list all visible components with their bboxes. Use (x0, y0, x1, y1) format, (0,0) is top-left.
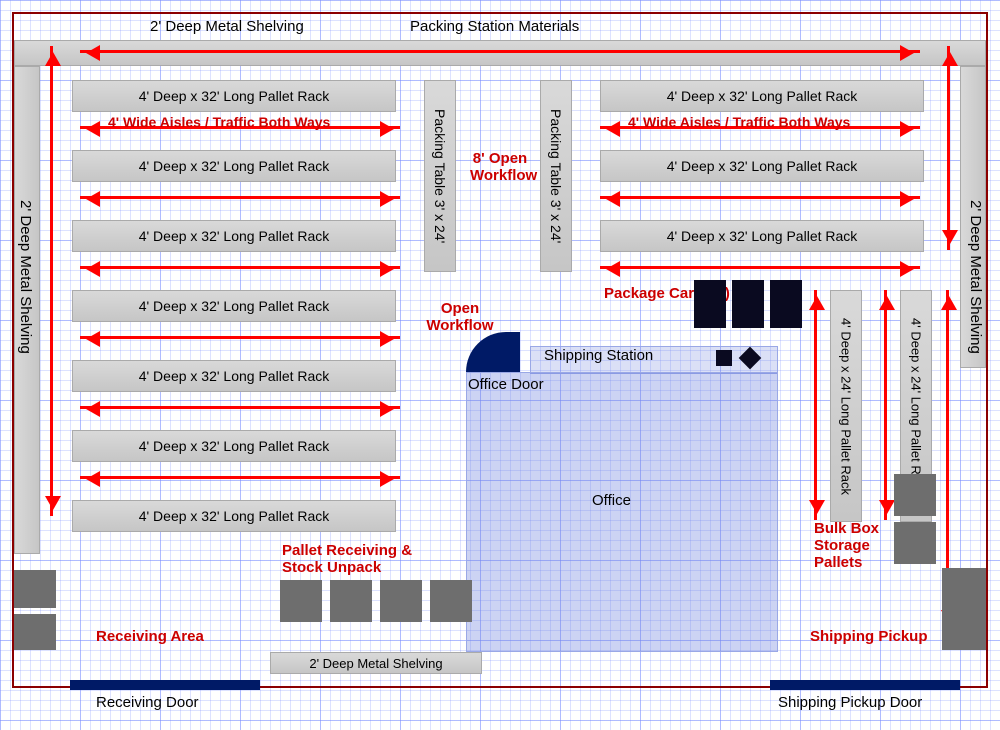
recv-pallet-3 (380, 580, 422, 622)
open-flow-label: Open Workflow (420, 300, 500, 334)
left-traffic-arrow (50, 46, 53, 516)
bulk-box-label: Bulk Box Storage Pallets (814, 520, 894, 571)
vrack-arrow-2 (884, 290, 887, 520)
packing-table-left: Packing Table 3' x 24' (424, 80, 456, 272)
vrack-right-1: 4' Deep x 24' Long Pallet Rack (830, 290, 862, 522)
packing-table-right-label: Packing Table 3' x 24' (548, 109, 564, 243)
rack-right-2: 4' Deep x 32' Long Pallet Rack (600, 150, 924, 182)
pallet-recv-label: Pallet Receiving & Stock Unpack (282, 542, 422, 576)
aisle-left-4 (80, 336, 400, 339)
shipping-door-label: Shipping Pickup Door (778, 694, 922, 711)
packing-table-left-label: Packing Table 3' x 24' (432, 109, 448, 243)
corner-pallet-2 (14, 614, 56, 650)
floor-plan: 2' Deep Metal Shelving Packing Station M… (0, 0, 1000, 730)
rack-left-3: 4' Deep x 32' Long Pallet Rack (72, 220, 396, 252)
receiving-door (70, 680, 260, 690)
top-shelf-label-left: 2' Deep Metal Shelving (150, 18, 304, 35)
package-cart-3 (770, 280, 802, 328)
shipping-station-label: Shipping Station (544, 347, 653, 364)
rack-left-7: 4' Deep x 32' Long Pallet Rack (72, 500, 396, 532)
shipping-door (770, 680, 960, 690)
left-shelf-label: 2' Deep Metal Shelving (17, 200, 34, 354)
vrack-arrow-1 (814, 290, 817, 520)
rack-right-3: 4' Deep x 32' Long Pallet Rack (600, 220, 924, 252)
rack-left-2: 4' Deep x 32' Long Pallet Rack (72, 150, 396, 182)
recv-pallet-4 (430, 580, 472, 622)
package-cart-1 (694, 280, 726, 328)
rack-right-1: 4' Deep x 32' Long Pallet Rack (600, 80, 924, 112)
recv-pallet-1 (280, 580, 322, 622)
aisle-left-5 (80, 406, 400, 409)
aisle-left-6 (80, 476, 400, 479)
vrack-right-2-label: 4' Deep x 24' Long Pallet Rack (909, 318, 924, 495)
shipping-pickup-label: Shipping Pickup (810, 628, 928, 645)
vrack-right-1-label: 4' Deep x 24' Long Pallet Rack (839, 318, 854, 495)
rack-left-5: 4' Deep x 32' Long Pallet Rack (72, 360, 396, 392)
station-square-icon (716, 350, 732, 366)
open-flow-8-label: 8' Open Workflow (470, 150, 530, 184)
bulk-pallet-tall (942, 568, 986, 650)
aisle-label-left: 4' Wide Aisles / Traffic Both Ways (108, 114, 330, 130)
package-cart-2 (732, 280, 764, 328)
top-shelving (14, 40, 986, 66)
rack-left-4: 4' Deep x 32' Long Pallet Rack (72, 290, 396, 322)
rack-left-6: 4' Deep x 32' Long Pallet Rack (72, 430, 396, 462)
aisle-right-3 (600, 266, 920, 269)
corner-pallet-1 (14, 570, 56, 608)
bulk-pallet-2 (894, 522, 936, 564)
receiving-area-label: Receiving Area (96, 628, 204, 645)
office-door-label: Office Door (468, 376, 544, 393)
receiving-door-label: Receiving Door (96, 694, 199, 711)
office-label: Office (592, 492, 631, 509)
rack-left-1: 4' Deep x 32' Long Pallet Rack (72, 80, 396, 112)
bottom-shelving: 2' Deep Metal Shelving (270, 652, 482, 674)
top-shelf-label-right: Packing Station Materials (410, 18, 579, 35)
aisle-label-right: 4' Wide Aisles / Traffic Both Ways (628, 114, 850, 130)
aisle-left-2 (80, 196, 400, 199)
office (466, 372, 778, 652)
right-traffic-arrow (947, 46, 950, 250)
top-aisle-arrow (80, 50, 920, 53)
bulk-pallet-1 (894, 474, 936, 516)
packing-table-right: Packing Table 3' x 24' (540, 80, 572, 272)
recv-pallet-2 (330, 580, 372, 622)
aisle-right-2 (600, 196, 920, 199)
right-shelf-label: 2' Deep Metal Shelving (967, 200, 984, 354)
aisle-left-3 (80, 266, 400, 269)
